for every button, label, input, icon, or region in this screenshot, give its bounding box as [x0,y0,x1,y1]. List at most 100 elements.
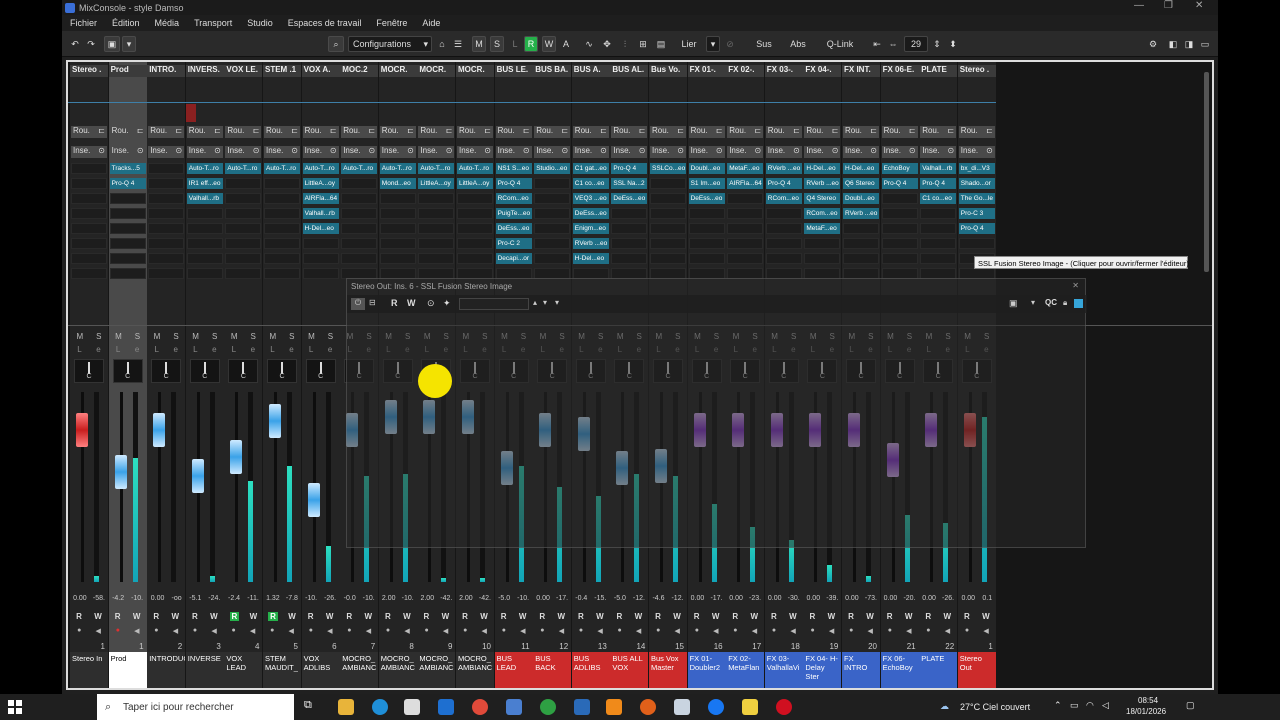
record-enable-icon[interactable]: ● [193,627,197,635]
insert-slot-empty[interactable] [225,178,262,189]
write-automation-button[interactable]: W [326,612,334,621]
write-automation-button[interactable]: W [133,612,141,621]
peak-value[interactable]: -17. [710,595,722,602]
preset-down-icon[interactable]: ▾ [543,298,547,307]
maximize-icon[interactable]: ❐ [1164,0,1173,11]
volume-value[interactable]: 0.00 [845,595,859,602]
insert-slot-empty[interactable] [71,178,107,189]
pan-control[interactable]: C [189,359,220,383]
volume-value[interactable]: 0.00 [729,595,743,602]
waveform-icon[interactable]: ∿ [582,36,596,52]
volume-value[interactable]: 1.32 [266,595,280,602]
notification-icon[interactable]: ▢ [1186,700,1195,711]
insert-slot-plugin[interactable]: DeEss...eo [688,193,725,204]
monitor-icon[interactable]: ◀ [96,627,101,635]
menu-aide[interactable]: Aide [414,15,447,31]
firefox-icon[interactable] [640,699,656,715]
insert-slot-empty[interactable] [148,208,185,219]
menu-espaces[interactable]: Espaces de travail [280,15,369,31]
peak-value[interactable]: -30. [788,595,800,602]
insert-slot-empty[interactable] [302,253,339,264]
read-automation-button[interactable]: R [617,612,623,621]
move-icon[interactable]: ✥ [600,36,614,52]
insert-slot-empty[interactable] [611,238,648,249]
record-enable-icon[interactable]: ● [656,627,660,635]
read-automation-button[interactable]: R [192,612,198,621]
insert-slot-plugin[interactable]: PuigTe...eo [495,208,532,219]
volume-fader[interactable] [153,413,166,447]
peak-value[interactable]: -10. [517,595,529,602]
insert-slot-plugin[interactable]: H-Del...eo [843,163,879,174]
channel-name[interactable]: MOCR. [417,65,456,77]
insert-slot-empty[interactable] [457,238,493,249]
peak-value[interactable]: -39. [826,595,838,602]
insert-slot-empty[interactable] [534,208,571,219]
inserts-header[interactable]: Inse. ⊙ [186,146,223,158]
record-enable-icon[interactable]: ● [347,627,351,635]
channel-label[interactable]: VOX ADLIBS [301,652,340,688]
home-icon[interactable]: ⌂ [436,36,448,52]
solo-button[interactable]: S [289,332,294,342]
routing-selector[interactable]: Rou. ⊏ [186,126,223,138]
insert-slot-plugin[interactable]: Tracks...5 [109,163,146,174]
preset-icon[interactable]: ⊙ [427,298,435,309]
monitor-icon[interactable]: ◀ [868,627,873,635]
channel-label[interactable]: Stereo In [70,652,108,688]
insert-slot-empty[interactable] [765,238,802,249]
monitor-icon[interactable]: ◀ [906,627,911,635]
insert-slot-empty[interactable] [379,223,416,234]
record-enable-icon[interactable]: ● [965,627,969,635]
insert-slot-plugin[interactable]: Studio...eo [534,163,571,174]
volume-value[interactable]: 2.00 [382,595,396,602]
insert-slot-plugin[interactable]: Pro-Q 4 [920,178,957,189]
insert-slot-plugin[interactable]: Auto-T...ro [379,163,416,174]
insert-slot-empty[interactable] [727,223,764,234]
insert-slot-empty[interactable] [341,208,378,219]
inserts-header[interactable]: Inse. ⊙ [341,146,378,158]
write-automation-button[interactable]: W [828,612,836,621]
list-icon[interactable]: ☰ [452,36,464,52]
volume-fader[interactable] [191,459,204,493]
read-automation-button[interactable]: R [887,612,893,621]
read-automation-button[interactable]: R [268,612,278,621]
routing-selector[interactable]: Rou. ⊏ [920,126,957,138]
clock-date[interactable]: 18/01/2026 [1126,707,1166,716]
volume-value[interactable]: 2.00 [420,595,434,602]
record-enable-icon[interactable]: ● [810,627,814,635]
edit-icon[interactable]: e [96,345,100,355]
peak-value[interactable]: -20. [903,595,915,602]
insert-slot-empty[interactable] [264,193,300,204]
insert-slot-empty[interactable] [379,253,416,264]
inserts-header[interactable]: Inse. ⊙ [765,146,802,158]
menu-edition[interactable]: Édition [104,15,147,31]
insert-slot-plugin[interactable]: Doubl...eo [688,163,725,174]
rack-icon[interactable]: ▤ [654,36,668,52]
monitor-icon[interactable]: ◀ [211,627,216,635]
peak-value[interactable]: -10. [131,595,143,602]
monitor-icon[interactable]: ◀ [482,627,487,635]
edit-icon[interactable]: e [289,345,293,355]
routing-selector[interactable]: Rou. ⊏ [727,126,764,138]
link-button[interactable]: Lier [674,36,704,52]
vertical-scrollbar[interactable] [1204,72,1209,272]
plugin-close-icon[interactable]: ✕ [1072,281,1079,290]
mute-all-button[interactable]: M [472,36,486,52]
channel-name[interactable]: INTRO. [147,65,186,77]
monitor-icon[interactable]: ◀ [790,627,795,635]
mute-button[interactable]: M [115,332,122,342]
insert-slot-plugin[interactable]: SSLCo...eo [650,163,686,174]
insert-slot-plugin[interactable]: EchoBoy [881,163,918,174]
volume-value[interactable]: 0.00 [536,595,550,602]
record-enable-icon[interactable]: ● [579,627,583,635]
weather-text[interactable]: 27°C Ciel couvert [960,702,1030,712]
insert-slot-empty[interactable] [611,253,648,264]
solo-button[interactable]: S [251,332,256,342]
insert-slot-plugin[interactable]: The Go...le [958,193,995,204]
insert-slot-plugin[interactable]: Auto-T...ro [225,163,262,174]
insert-slot-empty[interactable] [650,238,686,249]
volume-fader[interactable] [114,455,127,489]
insert-slot-empty[interactable] [71,193,107,204]
volume-value[interactable]: -5.0 [614,595,626,602]
inserts-header[interactable]: Inse. ⊙ [418,146,455,158]
channel-label[interactable]: FX 02- MetaFlan [726,652,765,688]
